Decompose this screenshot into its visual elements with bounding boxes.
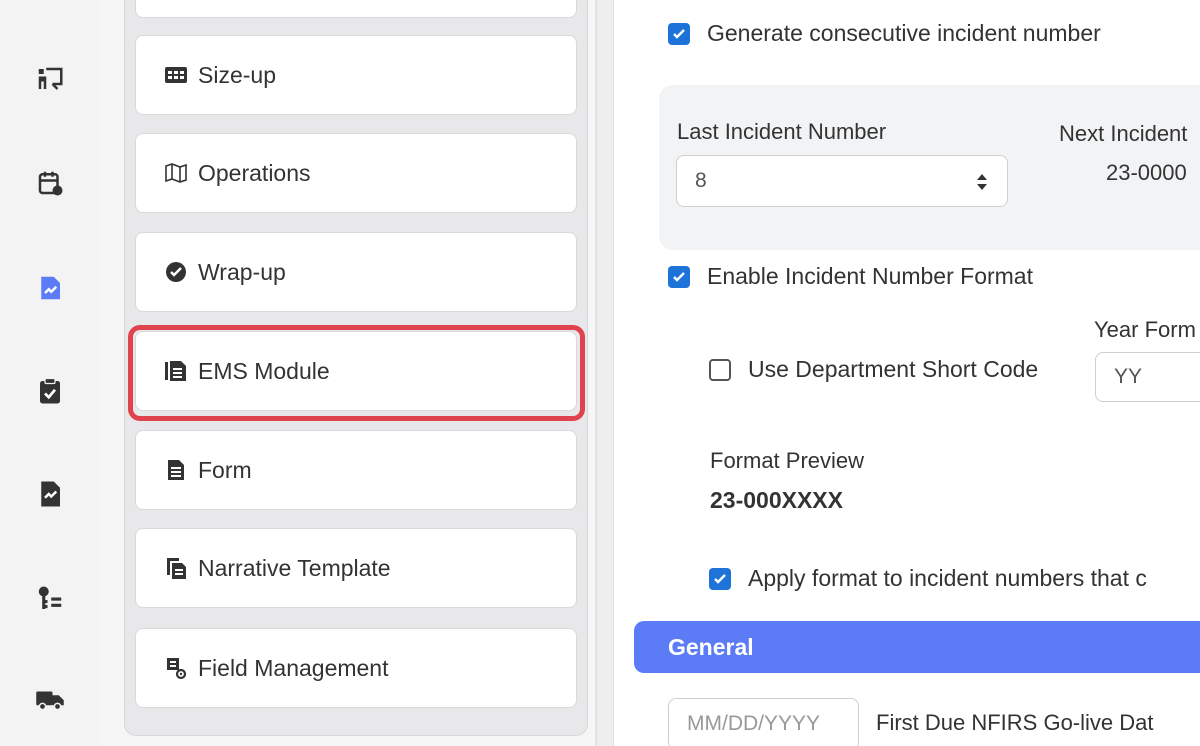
year-format-select[interactable]: YY	[1095, 352, 1200, 402]
nav-item-label: Size-up	[198, 61, 276, 88]
next-incident-label: Next Incident	[1059, 121, 1188, 146]
nav-item-label: Narrative Template	[198, 554, 391, 581]
clipboard-check-icon[interactable]	[33, 374, 67, 408]
section-general-title: General	[668, 633, 754, 660]
icon-rail	[0, 0, 100, 746]
nav-item-field-management[interactable]: Field Management	[135, 628, 577, 708]
golive-date-placeholder: MM/DD/YYYY	[687, 712, 821, 735]
generate-consecutive-checkbox[interactable]	[668, 23, 690, 45]
last-incident-label: Last Incident Number	[677, 119, 887, 144]
section-general-header[interactable]: General	[634, 621, 1200, 673]
documents-icon	[164, 359, 188, 383]
last-incident-value: 8	[695, 169, 707, 192]
report-icon[interactable]	[33, 271, 67, 305]
nav-item-form[interactable]: Form	[135, 430, 577, 510]
apply-format-label: Apply format to incident numbers that c	[748, 565, 1147, 591]
golive-date-input[interactable]: MM/DD/YYYY	[668, 698, 859, 746]
dept-short-code-checkbox[interactable]	[709, 359, 731, 381]
enable-format-label: Enable Incident Number Format	[707, 263, 1033, 289]
nav-item-label: Field Management	[198, 654, 389, 681]
nav-item-label: Form	[198, 456, 252, 483]
copy-doc-icon	[164, 556, 188, 580]
dashboard-icon	[164, 63, 188, 87]
year-format-value: YY	[1114, 365, 1143, 388]
dept-short-code-label: Use Department Short Code	[748, 356, 1039, 382]
spinner-icon[interactable]	[975, 171, 989, 193]
calendar-icon[interactable]	[33, 166, 67, 200]
format-preview-label: Format Preview	[710, 448, 865, 473]
apply-format-checkbox[interactable]	[709, 568, 731, 590]
nav-item-operations[interactable]: Operations	[135, 133, 577, 213]
nav-item-label: EMS Module	[198, 357, 330, 384]
presentation-icon[interactable]	[33, 62, 67, 96]
generate-consecutive-label: Generate consecutive incident number	[707, 20, 1101, 46]
nav-item-previous[interactable]	[135, 0, 577, 18]
next-incident-value: 23-0000	[1106, 160, 1187, 185]
year-format-label: Year Form	[1094, 317, 1196, 342]
incident-settings: Generate consecutive incident number Las…	[614, 0, 1200, 746]
enable-format-checkbox[interactable]	[668, 266, 690, 288]
map-icon	[164, 161, 188, 185]
key-list-icon[interactable]	[33, 582, 67, 616]
panel-divider[interactable]	[596, 0, 614, 746]
nav-item-narrative-template[interactable]: Narrative Template	[135, 528, 577, 608]
file-text-icon	[164, 458, 188, 482]
golive-date-label: First Due NFIRS Go-live Dat	[876, 710, 1154, 735]
last-incident-input[interactable]: 8	[676, 155, 1008, 207]
nav-item-ems-module[interactable]: EMS Module	[135, 331, 577, 411]
format-preview-value: 23-000XXXX	[710, 487, 843, 513]
nav-item-wrap-up[interactable]: Wrap-up	[135, 232, 577, 312]
truck-icon[interactable]	[33, 682, 67, 716]
check-circle-icon	[164, 260, 188, 284]
file-check-icon[interactable]	[33, 477, 67, 511]
nav-item-label: Wrap-up	[198, 258, 286, 285]
field-settings-icon	[164, 656, 188, 680]
nav-item-label: Operations	[198, 159, 311, 186]
nav-item-size-up[interactable]: Size-up	[135, 35, 577, 115]
